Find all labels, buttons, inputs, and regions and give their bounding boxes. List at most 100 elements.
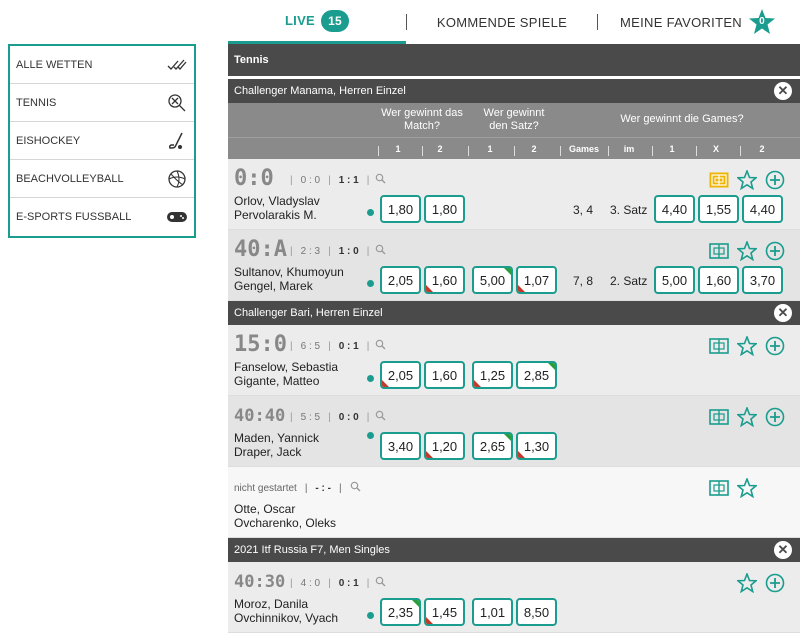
odd-set-2[interactable]: 8,50 bbox=[516, 598, 557, 626]
match-row: 40:A | 2 : 3 | 1 : 0 | Sultanov, Khumoyun Gen… bbox=[228, 230, 800, 301]
add-circle-icon[interactable] bbox=[764, 240, 786, 262]
sidebar-item-esports-football[interactable]: E-SPORTS FUSSBALL bbox=[10, 198, 194, 236]
header-col-1: 1 bbox=[669, 144, 675, 154]
odd-match-2[interactable]: 1,20 bbox=[424, 432, 465, 460]
odd-set-1[interactable]: 5,00 bbox=[472, 266, 513, 294]
match-players[interactable]: Moroz, Danila Ovchinnikov, Vyach bbox=[234, 597, 338, 625]
favorites-count: 0 bbox=[759, 16, 765, 27]
header-divider bbox=[560, 146, 561, 156]
odd-match-1[interactable]: 2,05 bbox=[380, 361, 421, 389]
stats-court-icon[interactable] bbox=[708, 477, 730, 499]
header-col-2: 2 bbox=[437, 144, 443, 154]
add-circle-icon[interactable] bbox=[764, 406, 786, 428]
tab-upcoming[interactable]: KOMMENDE SPIELE bbox=[407, 0, 597, 44]
close-icon[interactable]: ✕ bbox=[774, 304, 792, 322]
live-score: 40:30 bbox=[234, 572, 286, 592]
stats-court-icon[interactable] bbox=[708, 335, 730, 357]
player-1: Orlov, Vladyslav bbox=[234, 194, 320, 208]
live-indicator bbox=[367, 612, 374, 619]
odd-games-1[interactable]: 4,40 bbox=[654, 195, 695, 223]
sidebar-item-all-bets[interactable]: ALLE WETTEN bbox=[10, 46, 194, 84]
set-score: 6 : 5 bbox=[300, 340, 321, 352]
match-meta: nicht gestartet | - : - | bbox=[234, 481, 369, 495]
games-value: 3, 4 bbox=[573, 203, 594, 217]
match-meta: | 2 : 3 | 1 : 0 | bbox=[290, 244, 386, 258]
live-score: 0:0 bbox=[234, 166, 274, 191]
header-divider bbox=[422, 146, 423, 156]
live-score: 15:0 bbox=[234, 332, 287, 357]
odd-set-1[interactable]: 1,25 bbox=[472, 361, 513, 389]
match-players[interactable]: Otte, Oscar Ovcharenko, Oleks bbox=[234, 502, 336, 530]
close-icon[interactable]: ✕ bbox=[774, 541, 792, 559]
odd-match-2[interactable]: 1,60 bbox=[424, 361, 465, 389]
header-divider bbox=[652, 146, 653, 156]
odd-match-1[interactable]: 2,35 bbox=[380, 598, 421, 626]
odd-set-2[interactable]: 2,85 bbox=[516, 361, 557, 389]
all-bets-icon bbox=[166, 54, 188, 76]
sidebar-item-label: EISHOCKEY bbox=[16, 134, 81, 147]
star-icon[interactable] bbox=[736, 406, 758, 428]
games-set: 2. Satz bbox=[610, 274, 648, 288]
player-2: Draper, Jack bbox=[234, 445, 302, 459]
odd-match-1[interactable]: 1,80 bbox=[380, 195, 421, 223]
tab-favorites[interactable]: MEINE FAVORITEN 0 bbox=[598, 0, 798, 44]
market-subheader: 1 2 1 2 Games im 1 X 2 bbox=[228, 137, 800, 159]
odd-set-1[interactable]: 1,01 bbox=[472, 598, 513, 626]
tab-live[interactable]: LIVE 15 bbox=[228, 0, 406, 44]
odd-games-x[interactable]: 1,60 bbox=[698, 266, 739, 294]
live-score: 40:A bbox=[234, 237, 287, 262]
header-col-2: 2 bbox=[531, 144, 537, 154]
star-icon[interactable] bbox=[736, 477, 758, 499]
odd-games-x[interactable]: 1,55 bbox=[698, 195, 739, 223]
odd-match-2[interactable]: 1,80 bbox=[424, 195, 465, 223]
sidebar-item-beachvolleyball[interactable]: BEACHVOLLEYBALL bbox=[10, 160, 194, 198]
odd-set-2[interactable]: 1,07 bbox=[516, 266, 557, 294]
add-circle-icon[interactable] bbox=[764, 572, 786, 594]
stats-court-icon[interactable] bbox=[708, 240, 730, 262]
sidebar-item-tennis[interactable]: TENNIS bbox=[10, 84, 194, 122]
odd-games-2[interactable]: 3,70 bbox=[742, 266, 783, 294]
add-circle-icon[interactable] bbox=[764, 335, 786, 357]
odd-set-1[interactable]: 2,65 bbox=[472, 432, 513, 460]
match-players[interactable]: Sultanov, Khumoyun Gengel, Marek bbox=[234, 265, 344, 293]
sidebar-item-hockey[interactable]: EISHOCKEY bbox=[10, 122, 194, 160]
odd-match-1[interactable]: 3,40 bbox=[380, 432, 421, 460]
magnifier-icon[interactable] bbox=[350, 481, 361, 495]
tab-live-label: LIVE bbox=[284, 13, 316, 28]
set-score: 4 : 0 bbox=[300, 577, 321, 589]
live-matches-panel: Tennis Challenger Manama, Herren Einzel … bbox=[228, 44, 800, 633]
magnifier-icon[interactable] bbox=[375, 244, 386, 258]
gamepad-icon bbox=[166, 206, 188, 228]
odd-match-1[interactable]: 2,05 bbox=[380, 266, 421, 294]
player-1: Sultanov, Khumoyun bbox=[234, 265, 344, 279]
header-set-winner: Wer gewinnt den Satz? bbox=[483, 107, 545, 132]
star-icon[interactable] bbox=[736, 240, 758, 262]
odd-match-2[interactable]: 1,45 bbox=[424, 598, 465, 626]
header-divider bbox=[608, 146, 609, 156]
player-2: Pervolarakis M. bbox=[234, 208, 317, 222]
magnifier-icon[interactable] bbox=[375, 173, 386, 187]
star-icon[interactable] bbox=[736, 169, 758, 191]
header-divider bbox=[514, 146, 515, 156]
star-icon[interactable] bbox=[736, 572, 758, 594]
magnifier-icon[interactable] bbox=[375, 410, 386, 424]
sidebar-item-label: ALLE WETTEN bbox=[16, 58, 93, 71]
row-actions bbox=[702, 406, 786, 428]
add-circle-icon[interactable] bbox=[764, 169, 786, 191]
odd-games-1[interactable]: 5,00 bbox=[654, 266, 695, 294]
odd-match-2[interactable]: 1,60 bbox=[424, 266, 465, 294]
magnifier-icon[interactable] bbox=[375, 576, 386, 590]
live-indicator bbox=[367, 280, 374, 287]
odd-games-2[interactable]: 4,40 bbox=[742, 195, 783, 223]
match-players[interactable]: Orlov, Vladyslav Pervolarakis M. bbox=[234, 194, 320, 222]
stats-court-icon[interactable] bbox=[708, 406, 730, 428]
match-row: 40:30 | 4 : 0 | 0 : 1 | Moroz, Danila Ovchinn… bbox=[228, 562, 800, 633]
match-players[interactable]: Maden, Yannick Draper, Jack bbox=[234, 431, 319, 459]
close-icon[interactable]: ✕ bbox=[774, 82, 792, 100]
stats-court-icon[interactable] bbox=[708, 169, 730, 191]
market-header: Wer gewinnt das Match? Wer gewinnt den S… bbox=[228, 103, 800, 137]
magnifier-icon[interactable] bbox=[375, 339, 386, 353]
match-players[interactable]: Fanselow, Sebastia Gigante, Matteo bbox=[234, 360, 338, 388]
star-icon[interactable] bbox=[736, 335, 758, 357]
odd-set-2[interactable]: 1,30 bbox=[516, 432, 557, 460]
